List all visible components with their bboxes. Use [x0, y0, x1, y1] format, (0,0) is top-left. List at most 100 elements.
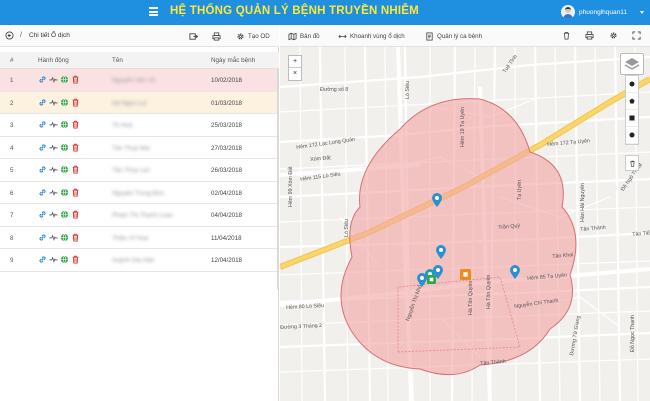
map-panel: Bản đồ Khoanh vùng ổ dịch Quản lý ca bện… — [280, 25, 650, 401]
print-icon[interactable] — [585, 31, 594, 40]
table-row[interactable]: 1 Nguyễn Văn Vũ 10/02/2018 — [0, 69, 279, 92]
patient-name[interactable]: Huỳnh Gia Hân — [112, 257, 154, 264]
trash-icon[interactable] — [71, 255, 80, 264]
case-marker-green[interactable] — [427, 275, 436, 284]
row-actions — [38, 233, 80, 242]
pulse-icon[interactable] — [49, 120, 58, 129]
link-icon[interactable] — [38, 210, 47, 219]
pulse-icon[interactable] — [49, 75, 58, 84]
trash-icon[interactable] — [71, 188, 80, 197]
link-icon[interactable] — [38, 75, 47, 84]
case-marker-blue[interactable] — [436, 245, 446, 259]
polygon-icon — [629, 98, 635, 104]
globe-icon[interactable] — [60, 120, 69, 129]
zone-outbreak-button[interactable]: Khoanh vùng ổ dịch — [338, 31, 405, 41]
draw-polyline-tool[interactable] — [626, 76, 638, 93]
create-outbreak-button[interactable]: Tạo OD — [236, 31, 270, 41]
patient-name[interactable]: Thiều Vĩ Hoa — [112, 235, 148, 242]
pulse-icon[interactable] — [49, 188, 58, 197]
trash-icon[interactable] — [71, 165, 80, 174]
draw-circle-tool[interactable] — [626, 127, 638, 144]
case-marker-orange[interactable] — [460, 269, 471, 280]
link-icon[interactable] — [38, 255, 47, 264]
globe-icon[interactable] — [60, 188, 69, 197]
case-marker-blue[interactable] — [510, 265, 520, 279]
user-avatar[interactable] — [561, 5, 575, 19]
pulse-icon[interactable] — [49, 143, 58, 152]
pulse-icon[interactable] — [49, 165, 58, 174]
fullscreen-icon[interactable] — [632, 31, 641, 40]
trash-icon[interactable] — [71, 98, 80, 107]
trash-icon[interactable] — [71, 75, 80, 84]
delete-shape-button[interactable] — [625, 155, 639, 171]
draw-polygon-tool[interactable] — [626, 93, 638, 110]
trash-icon[interactable] — [71, 210, 80, 219]
table-row[interactable]: 7 Phạm Thị Thanh Loan 04/04/2018 — [0, 204, 279, 227]
globe-icon[interactable] — [60, 98, 69, 107]
map-button-label: Bản đồ — [300, 32, 320, 40]
patient-name[interactable]: Hà Ngọc Lợi — [112, 100, 147, 107]
globe-icon[interactable] — [60, 255, 69, 264]
globe-icon[interactable] — [60, 165, 69, 174]
table-row[interactable]: 3 Tô Hoà 25/03/2018 — [0, 114, 279, 137]
link-icon[interactable] — [38, 188, 47, 197]
map-canvas[interactable]: Đường số 8 Lò Siêu Tuệ Tĩnh Hẻm 172 Lạc Lon… — [280, 47, 650, 401]
layers-button[interactable] — [620, 53, 644, 75]
table-scrollbar[interactable] — [277, 69, 279, 289]
link-icon[interactable] — [38, 233, 47, 242]
row-actions — [38, 210, 80, 219]
document-icon — [426, 31, 433, 41]
case-marker-blue[interactable] — [432, 193, 442, 207]
manage-cases-button[interactable]: Quản lý ca bệnh — [425, 31, 482, 41]
patient-name[interactable]: Tần Thuỳ Mai — [112, 145, 150, 152]
pulse-icon[interactable] — [49, 233, 58, 242]
row-number: 6 — [10, 189, 14, 197]
username[interactable]: phuonglhquan11 — [579, 9, 627, 16]
onset-date: 02/04/2018 — [211, 189, 242, 197]
table-row[interactable]: 8 Thiều Vĩ Hoa 11/04/2018 — [0, 227, 279, 249]
link-icon[interactable] — [38, 98, 47, 107]
onset-date: 10/02/2018 — [211, 77, 242, 84]
draw-rectangle-tool[interactable] — [626, 110, 638, 127]
print-button[interactable] — [212, 31, 221, 41]
trash-icon[interactable] — [71, 143, 80, 152]
link-icon[interactable] — [38, 143, 47, 152]
street-label: Hẻm 99 Xóm Đất — [288, 166, 294, 207]
globe-icon[interactable] — [60, 75, 69, 84]
table-row[interactable]: 5 Tần Thùy Lan 26/03/2018 — [0, 159, 279, 182]
table-row[interactable]: 9 Huỳnh Gia Hân 12/04/2018 — [0, 249, 279, 272]
back-icon[interactable] — [5, 31, 14, 40]
map-button[interactable]: Bản đồ — [288, 31, 320, 41]
row-number: 2 — [10, 99, 14, 107]
patient-name[interactable]: Nguyễn Trung Đức — [112, 190, 164, 197]
row-number: 4 — [10, 144, 14, 152]
trash-icon[interactable] — [71, 120, 80, 129]
patient-name[interactable]: Nguyễn Văn Vũ — [112, 77, 155, 84]
globe-icon[interactable] — [60, 233, 69, 242]
table-row[interactable]: 4 Tần Thuỳ Mai 27/03/2018 — [0, 137, 279, 159]
row-number: 8 — [10, 234, 14, 242]
trash-icon[interactable] — [71, 233, 80, 242]
zoom-in-button[interactable]: + — [289, 56, 301, 68]
street-label: Hà Tôn Quyền — [468, 280, 474, 315]
onset-date: 25/03/2018 — [211, 122, 242, 129]
pulse-icon[interactable] — [49, 98, 58, 107]
patient-name[interactable]: Tô Hoà — [112, 122, 132, 129]
trash-icon — [629, 160, 635, 167]
globe-icon[interactable] — [60, 143, 69, 152]
export-button[interactable] — [189, 31, 198, 41]
patient-name[interactable]: Tần Thùy Lan — [112, 167, 150, 174]
pulse-icon[interactable] — [49, 210, 58, 219]
table-row[interactable]: 2 Hà Ngọc Lợi 01/03/2018 — [0, 91, 279, 114]
settings-icon[interactable] — [609, 31, 618, 40]
pulse-icon[interactable] — [49, 255, 58, 264]
globe-icon[interactable] — [60, 210, 69, 219]
link-icon[interactable] — [38, 165, 47, 174]
table-row[interactable]: 6 Nguyễn Trung Đức 02/04/2018 — [0, 182, 279, 204]
link-icon[interactable] — [38, 120, 47, 129]
chevron-down-icon[interactable] — [640, 11, 644, 14]
menu-icon[interactable] — [149, 7, 158, 16]
patient-name[interactable]: Phạm Thị Thanh Loan — [112, 212, 173, 219]
zoom-out-button[interactable]: × — [289, 68, 301, 80]
trash-icon[interactable] — [562, 31, 571, 40]
